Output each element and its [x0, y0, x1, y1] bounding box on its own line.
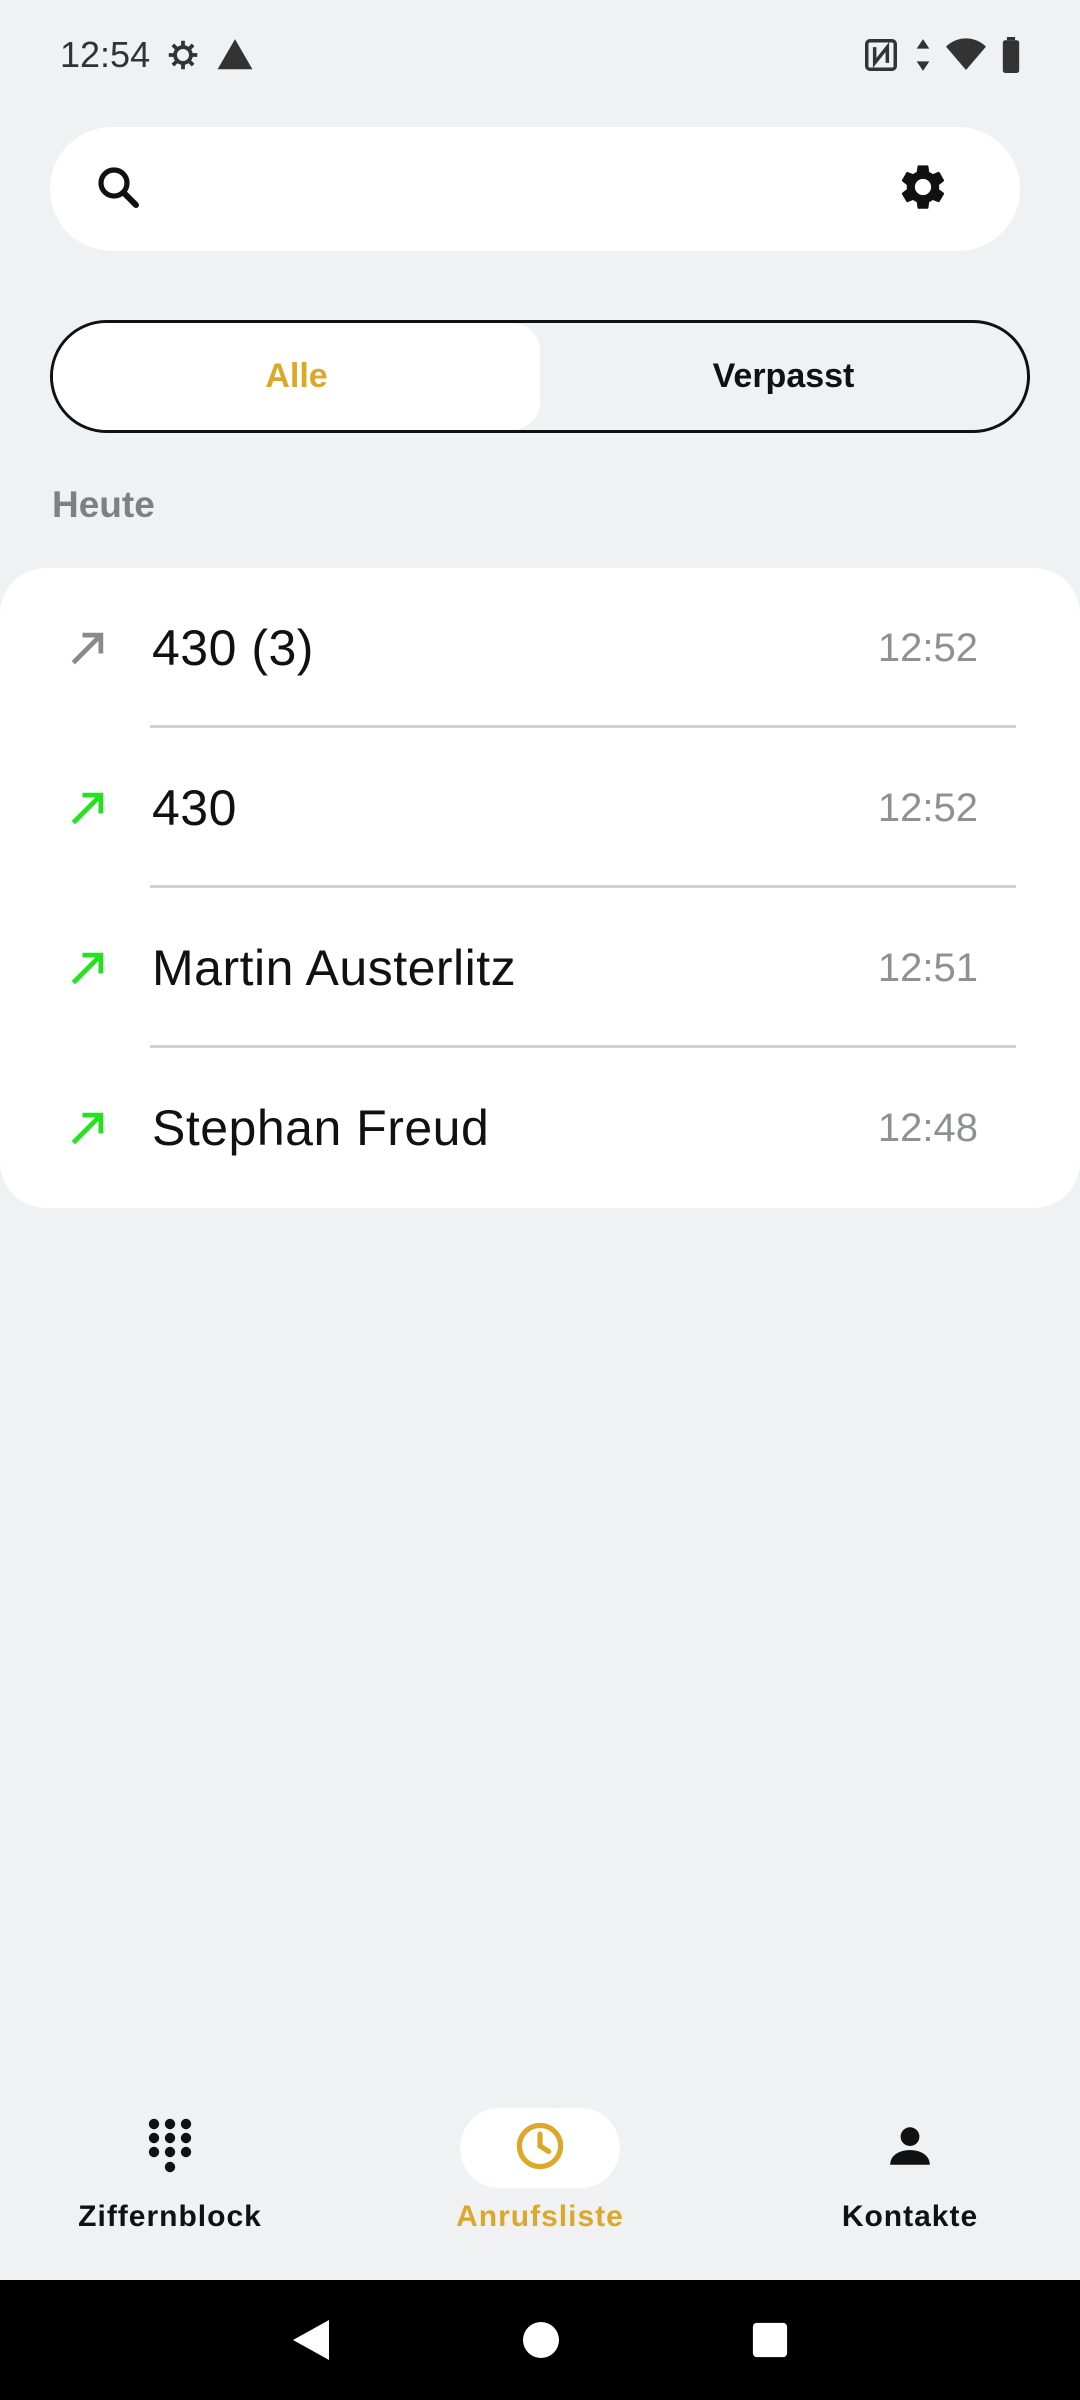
call-row[interactable]: 430 (3) 12:52 — [0, 568, 1080, 728]
filter-tab-alle[interactable]: Alle — [53, 323, 540, 430]
call-time: 12:52 — [877, 625, 978, 670]
section-header-today: Heute — [52, 484, 155, 525]
outgoing-call-arrow-icon — [66, 946, 110, 990]
search-input[interactable] — [166, 127, 896, 251]
call-list: 430 (3) 12:52 430 12:52 Martin Austerlit… — [0, 568, 1080, 1208]
nav-dialpad-icon-wrap — [90, 2108, 250, 2188]
clock-icon — [514, 2120, 566, 2177]
nav-call-log[interactable]: Anrufsliste — [390, 2090, 690, 2280]
bottom-navigation: Ziffernblock Anrufsliste Kontakte — [0, 2090, 1080, 2280]
call-row[interactable]: 430 12:52 — [0, 728, 1080, 888]
dialpad-icon — [148, 2118, 192, 2179]
back-triangle-icon[interactable] — [291, 2318, 331, 2362]
wifi-icon — [946, 38, 986, 72]
call-time: 12:48 — [877, 1105, 978, 1150]
call-time: 12:52 — [877, 785, 978, 830]
nav-call-log-icon-wrap — [460, 2108, 620, 2188]
warning-icon — [216, 36, 254, 74]
nav-contacts-label: Kontakte — [841, 2200, 979, 2233]
person-icon — [885, 2121, 935, 2176]
outgoing-call-arrow-icon — [66, 1106, 110, 1150]
call-time: 12:51 — [877, 945, 978, 990]
nav-dialpad-label: Ziffernblock — [78, 2200, 262, 2233]
status-time: 12:54 — [60, 34, 151, 75]
nfc-icon — [862, 36, 900, 74]
nav-call-log-label: Anrufsliste — [456, 2200, 624, 2233]
nav-contacts-icon-wrap — [830, 2108, 990, 2188]
settings-gear-icon[interactable] — [896, 160, 950, 219]
nav-dialpad[interactable]: Ziffernblock — [20, 2090, 320, 2280]
data-arrows-icon — [914, 36, 932, 74]
nav-contacts[interactable]: Kontakte — [760, 2090, 1060, 2280]
battery-icon — [1000, 37, 1022, 73]
call-row[interactable]: Martin Austerlitz 12:51 — [0, 888, 1080, 1048]
search-icon[interactable] — [94, 163, 142, 216]
call-name: Martin Austerlitz — [152, 940, 517, 996]
recents-square-icon[interactable] — [751, 2321, 789, 2359]
system-navigation-bar — [0, 2280, 1080, 2400]
status-bar: 12:54 — [0, 0, 1080, 110]
outgoing-call-arrow-icon — [66, 786, 110, 830]
call-row[interactable]: Stephan Freud 12:48 — [0, 1048, 1080, 1208]
call-name: 430 — [152, 780, 237, 836]
outgoing-call-arrow-icon — [66, 626, 110, 670]
status-left: 12:54 — [60, 34, 254, 76]
status-right — [862, 36, 1022, 74]
call-filter-toggle: Alle Verpasst — [50, 320, 1030, 433]
call-log-screen: 12:54 Alle Verpasst Heute 430 (3) 12:52 … — [0, 0, 1080, 2400]
gear-status-icon — [164, 36, 202, 74]
call-name: Stephan Freud — [152, 1100, 490, 1156]
search-bar[interactable] — [50, 127, 1020, 251]
home-circle-icon[interactable] — [521, 2320, 561, 2360]
filter-tab-verpasst[interactable]: Verpasst — [540, 323, 1027, 430]
call-name: 430 (3) — [152, 620, 314, 676]
